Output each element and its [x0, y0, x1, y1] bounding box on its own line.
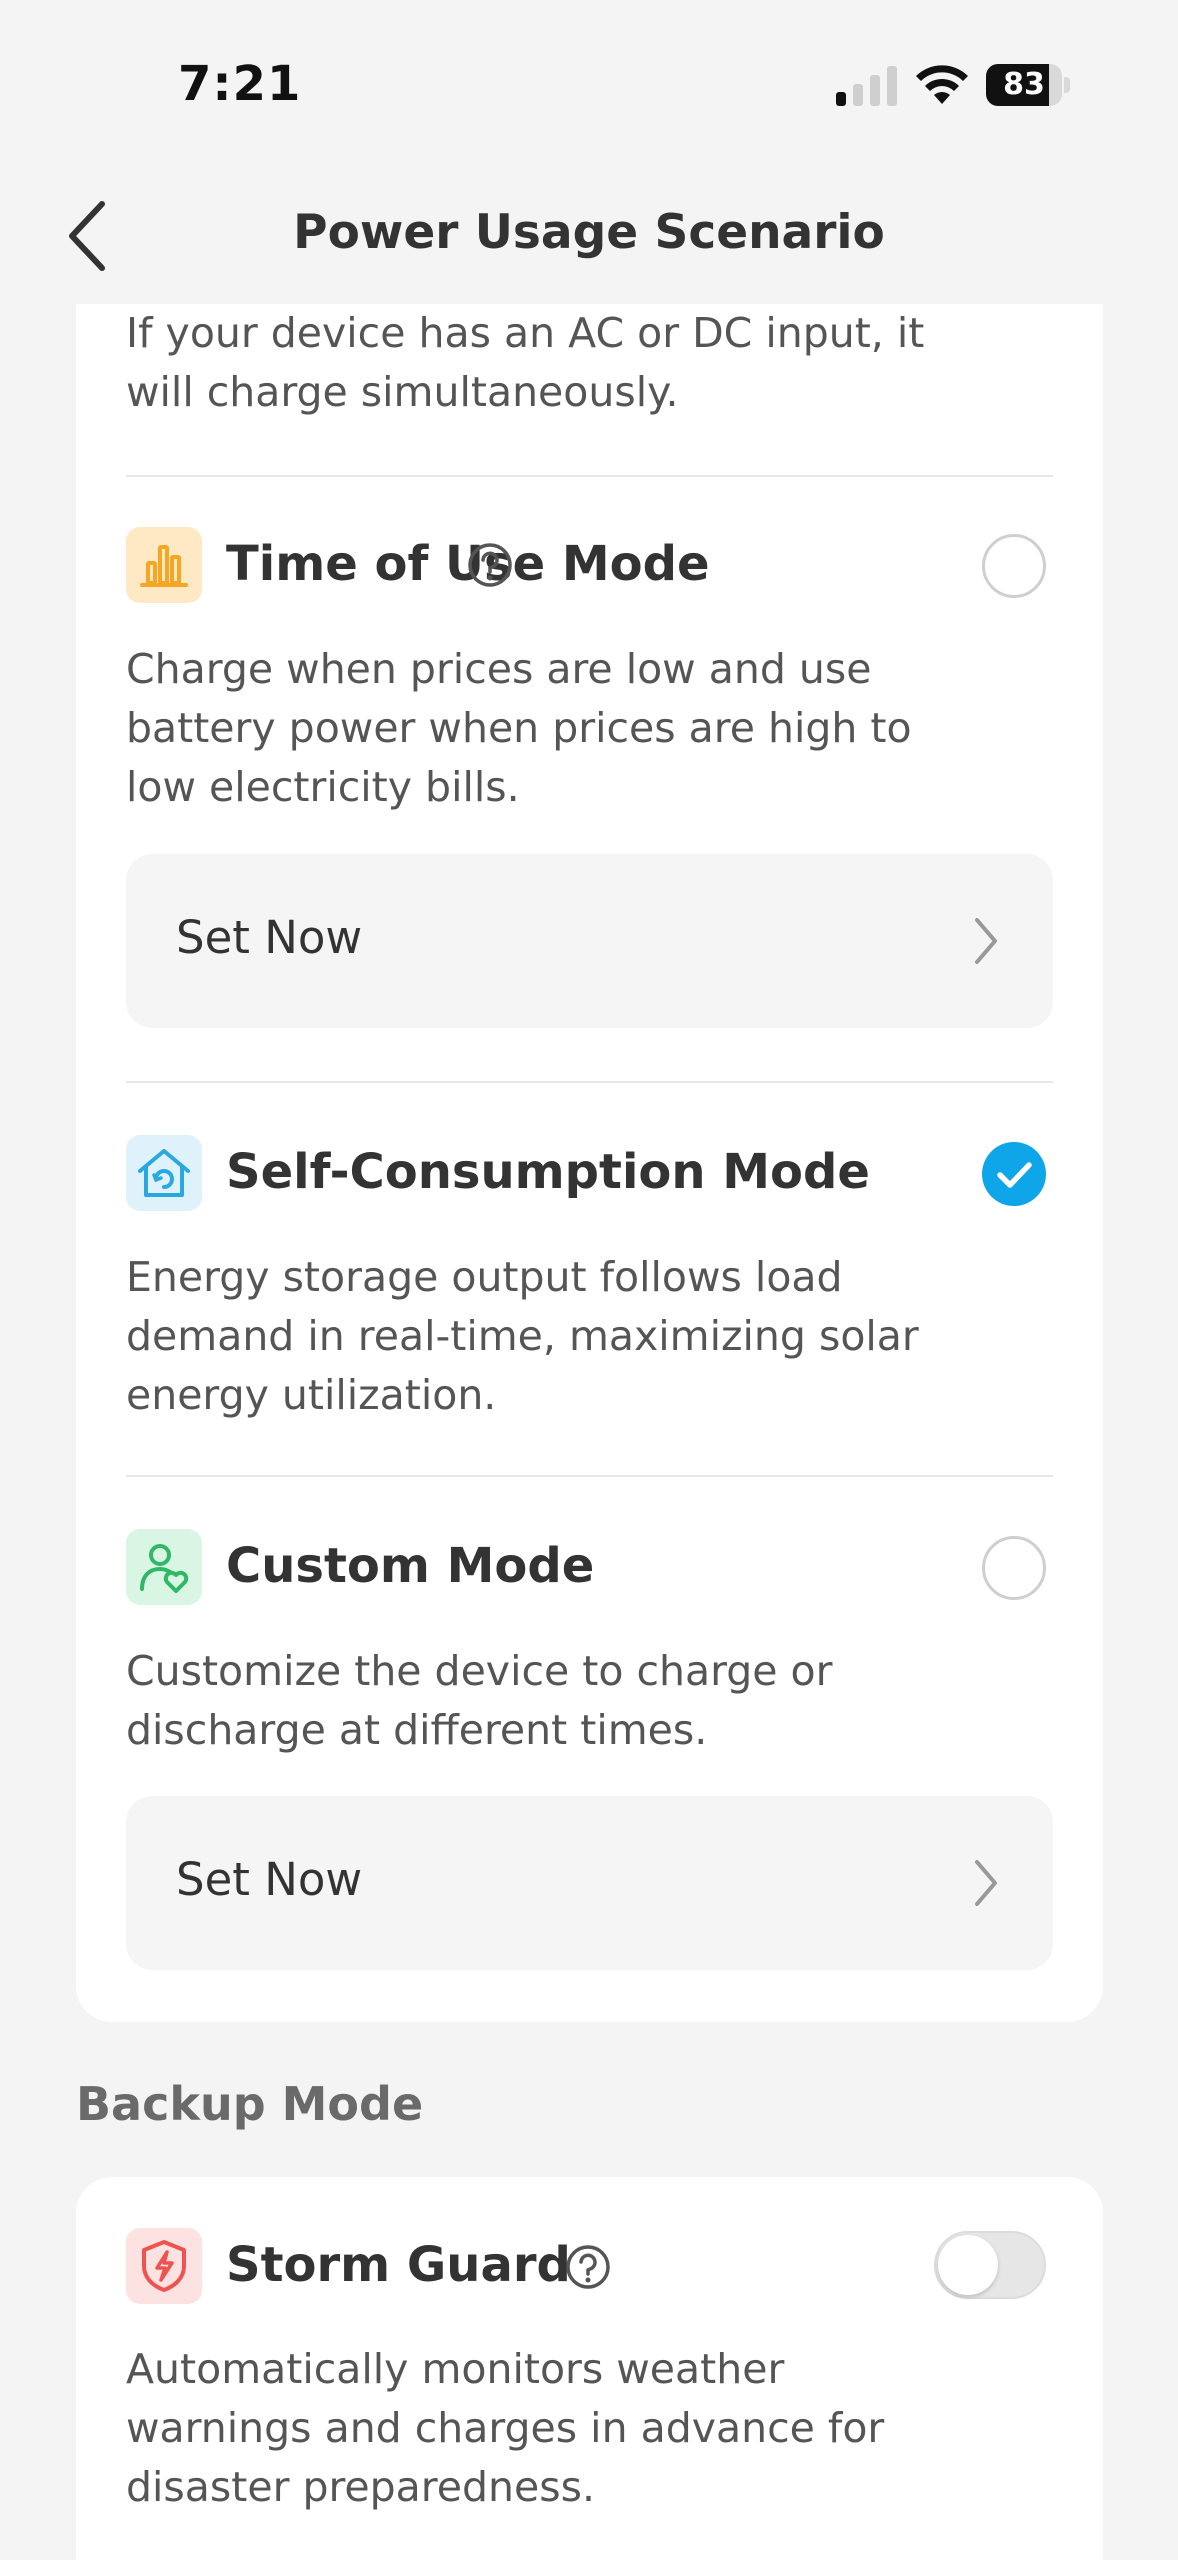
battery-icon: 83	[986, 64, 1070, 106]
status-time: 7:21	[178, 56, 302, 112]
divider	[126, 1081, 1053, 1083]
self-consumption-mode-title: Self-Consumption Mode	[226, 1144, 870, 1200]
self-consumption-mode-description: Energy storage output follows load deman…	[126, 1253, 919, 1419]
user-heart-icon	[126, 1529, 202, 1605]
time-of-use-set-now-button[interactable]: Set Now	[126, 854, 1053, 1028]
wifi-icon	[916, 65, 968, 104]
chevron-right-icon	[975, 918, 997, 964]
storm-guard-title: Storm Guard	[226, 2237, 571, 2293]
self-consumption-mode-radio[interactable]	[982, 1142, 1046, 1206]
page-title: Power Usage Scenario	[293, 205, 885, 260]
toggle-knob	[938, 2235, 998, 2295]
custom-mode-radio[interactable]	[982, 1536, 1046, 1600]
custom-mode-description: Customize the device to charge or discha…	[126, 1647, 833, 1754]
storm-shield-icon	[126, 2228, 202, 2304]
modes-card: If your device has an AC or DC input, it…	[76, 304, 1103, 2022]
custom-mode-set-now-button[interactable]: Set Now	[126, 1796, 1053, 1970]
time-of-use-mode-radio[interactable]	[982, 534, 1046, 598]
backup-card: Storm Guard Automatically monitors weath…	[76, 2177, 1103, 2560]
custom-mode-title: Custom Mode	[226, 1538, 595, 1594]
set-now-label: Set Now	[176, 1853, 363, 1906]
checkmark-icon	[997, 1162, 1032, 1188]
storm-guard-description: Automatically monitors weather warnings …	[126, 2345, 885, 2511]
divider	[126, 475, 1053, 477]
time-of-use-mode-description: Charge when prices are low and use batte…	[126, 645, 912, 811]
backup-mode-section-title: Backup Mode	[76, 2077, 424, 2131]
divider	[126, 1475, 1053, 1477]
battery-level: 83	[1003, 67, 1045, 102]
status-bar: 7:21 83	[0, 0, 1178, 170]
set-now-label: Set Now	[176, 911, 363, 964]
help-icon[interactable]	[564, 2243, 612, 2291]
help-icon[interactable]	[466, 541, 514, 589]
bar-chart-icon	[126, 527, 202, 603]
top-description: If your device has an AC or DC input, it…	[126, 309, 925, 416]
cellular-signal-icon	[836, 66, 897, 106]
chevron-right-icon	[975, 1860, 997, 1906]
storm-guard-toggle[interactable]	[934, 2231, 1046, 2299]
solar-home-icon	[126, 1135, 202, 1211]
